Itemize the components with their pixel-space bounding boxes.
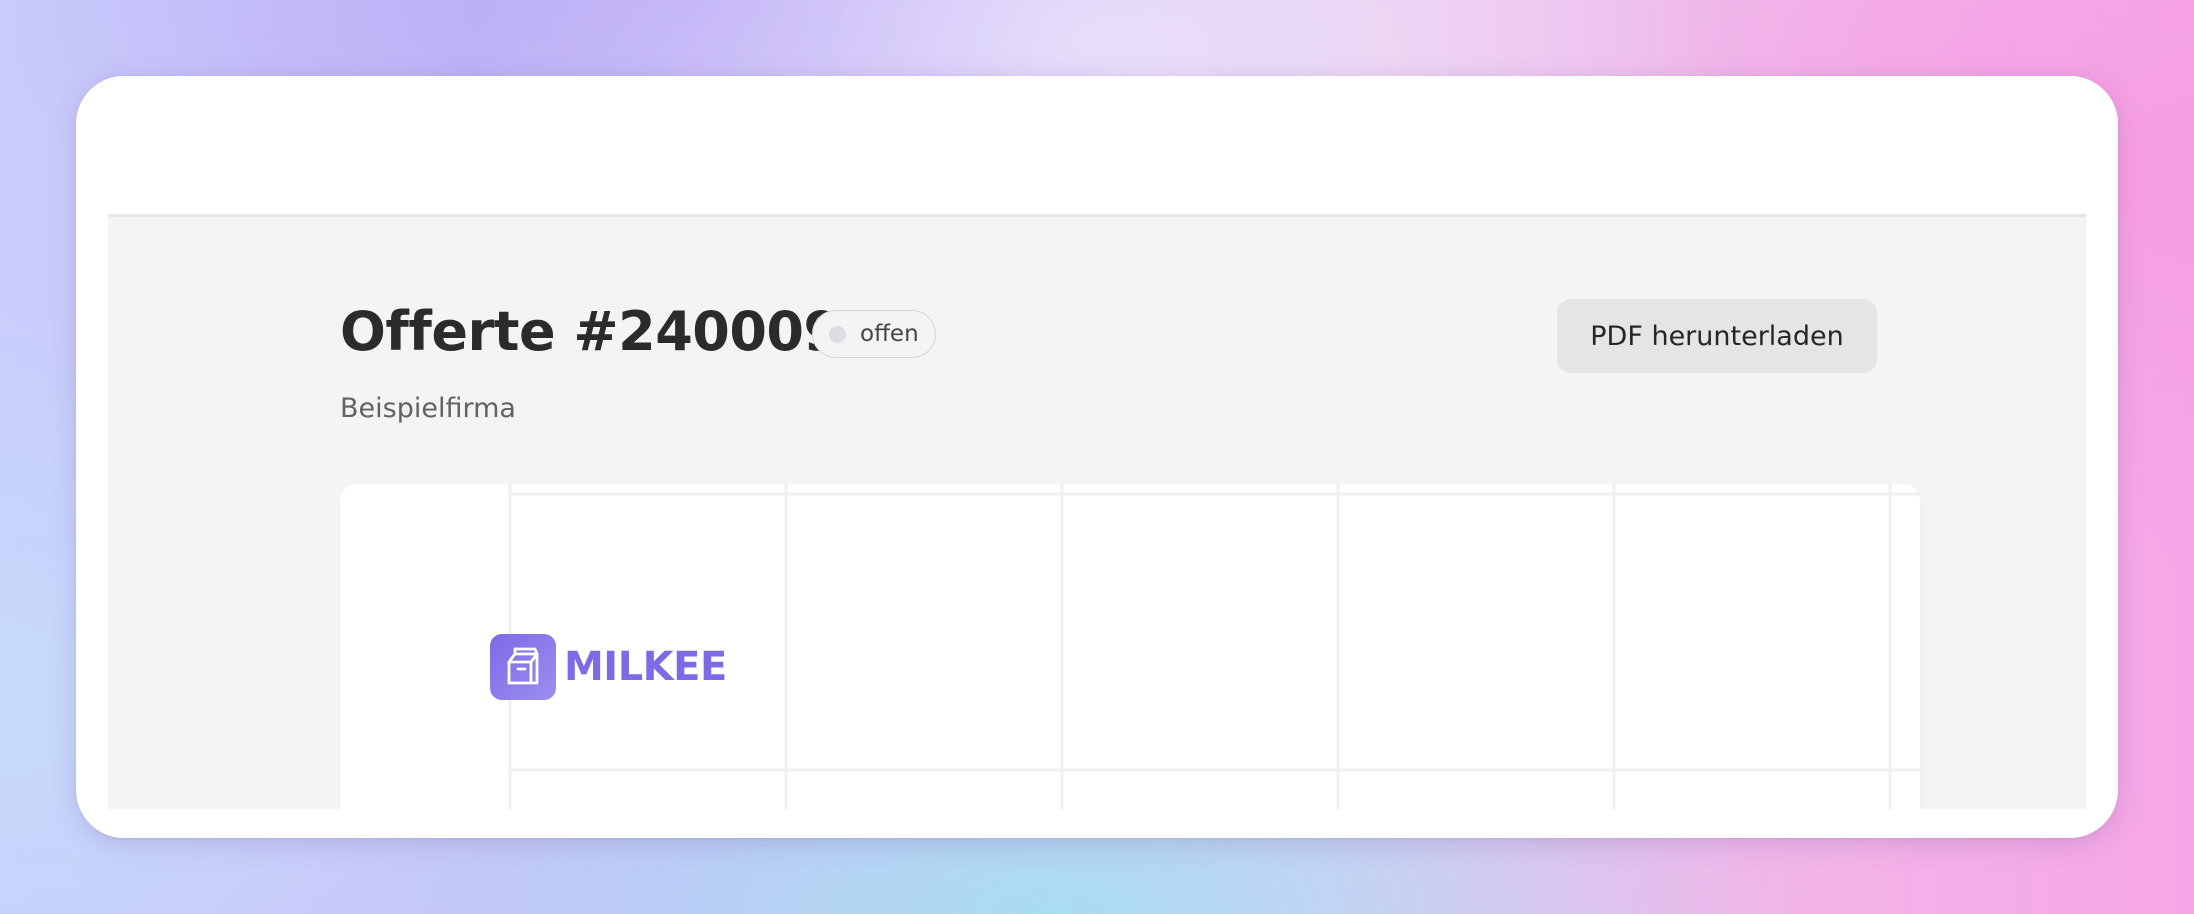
app-window: Offerte #240009 offen Beispielfirma PDF … [76, 76, 2118, 838]
page-title: Offerte #240009 [340, 300, 841, 363]
status-dot-icon [829, 325, 846, 343]
status-badge: offen [812, 310, 936, 358]
status-label: offen [860, 321, 919, 347]
company-name: Beispielfirma [340, 393, 516, 424]
document-preview[interactable]: MILKEE [340, 484, 1920, 809]
top-bar [76, 76, 2118, 214]
download-pdf-button[interactable]: PDF herunterladen [1557, 299, 1877, 373]
offer-page: Offerte #240009 offen Beispielfirma PDF … [108, 214, 2086, 809]
company-logo: MILKEE [490, 634, 727, 700]
milk-carton-icon [490, 634, 556, 700]
logo-wordmark: MILKEE [564, 644, 727, 690]
